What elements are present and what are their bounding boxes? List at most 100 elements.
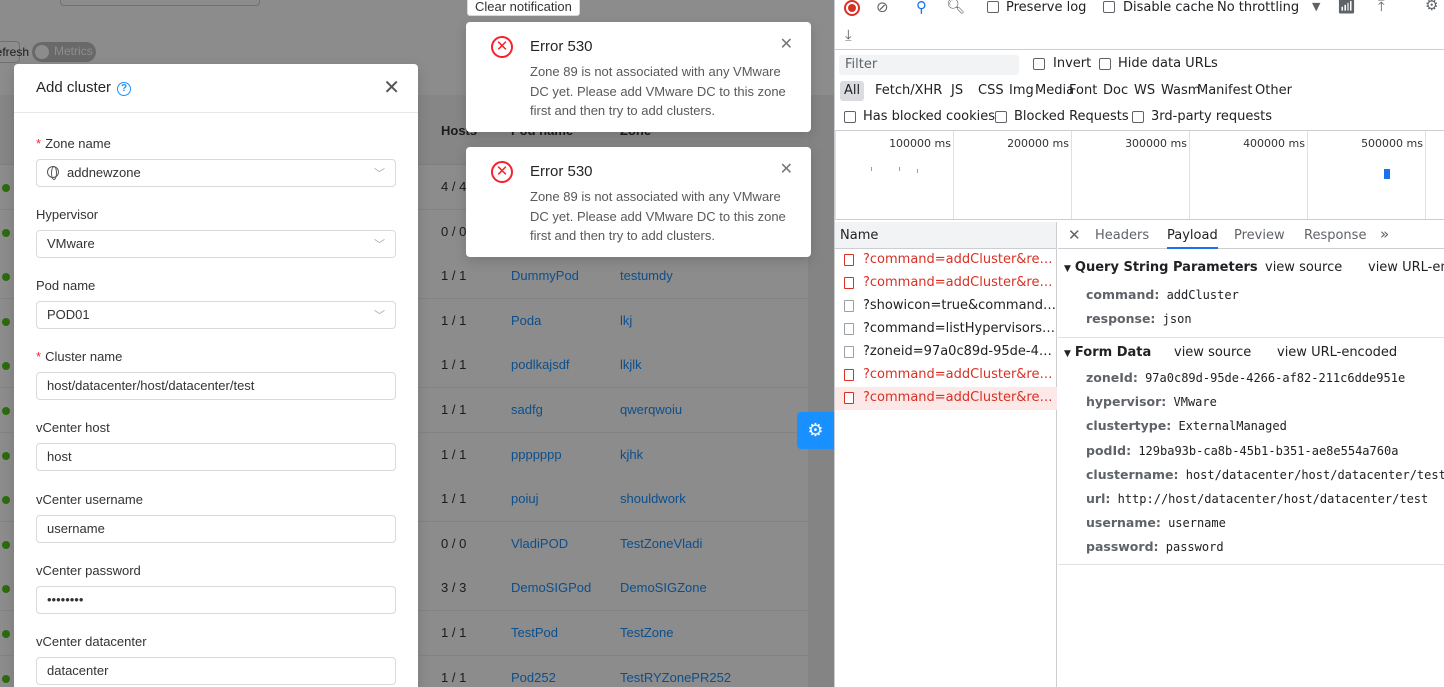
blocked-requests-checkbox[interactable]	[995, 111, 1007, 123]
blocked-requests-label: Blocked Requests	[1014, 109, 1129, 124]
help-icon[interactable]: ?	[117, 82, 132, 96]
tab-response[interactable]: Response	[1304, 228, 1366, 243]
param-key: password:	[1086, 539, 1159, 555]
cluster-name-input[interactable]: host/datacenter/host/datacenter/test	[36, 372, 396, 400]
timeline-overview[interactable]: 100000 ms 200000 ms 300000 ms 400000 ms …	[835, 130, 1444, 220]
disable-cache-checkbox[interactable]	[1103, 1, 1115, 13]
param-row: clustername: host/datacenter/host/datace…	[1086, 467, 1444, 482]
throttling-select[interactable]: No throttling	[1217, 0, 1299, 15]
request-row[interactable]: ?command=listHypervisors&response=json	[835, 318, 1057, 341]
param-value: username	[1168, 516, 1226, 531]
name-column-header[interactable]: Name	[835, 222, 1056, 249]
file-icon	[844, 300, 854, 312]
type-filter-font[interactable]: Font	[1065, 81, 1101, 101]
close-icon[interactable]: ✕	[1068, 226, 1081, 244]
vcenter-host-label: vCenter host	[36, 420, 110, 435]
param-value: addCluster	[1166, 288, 1239, 302]
settings-gear-icon[interactable]: ⚙	[797, 412, 834, 449]
param-key: hypervisor:	[1086, 394, 1167, 410]
file-icon	[844, 369, 854, 381]
timeline-tick: 200000 ms	[953, 131, 1071, 219]
type-filter-ws[interactable]: WS	[1130, 81, 1159, 101]
param-row: command: addCluster	[1086, 287, 1239, 302]
param-value: json	[1162, 312, 1192, 326]
vcenter-host-input[interactable]: host	[36, 443, 396, 471]
request-name: ?command=addCluster&response=json	[863, 367, 1057, 382]
tab-payload[interactable]: Payload	[1167, 228, 1218, 249]
view-source-link[interactable]: view source	[1265, 260, 1342, 275]
view-url-encoded-link[interactable]: view URL-encoded	[1368, 260, 1444, 275]
resource-type-filter: All Fetch/XHR JS CSS Img Media Font Doc WS Wasm Ma…	[835, 79, 1444, 103]
network-conditions-icon[interactable]: 📶︎	[1337, 0, 1356, 15]
hypervisor-select[interactable]: VMware ﹀	[36, 230, 396, 258]
error-circle-icon: ✕	[491, 36, 513, 58]
request-row[interactable]: ?command=addCluster&response=json	[835, 387, 1057, 410]
caret-down-icon[interactable]: ▼	[1312, 0, 1320, 14]
request-row[interactable]: ?command=addCluster&response=json	[835, 249, 1057, 272]
tab-preview[interactable]: Preview	[1234, 228, 1285, 243]
invert-checkbox[interactable]	[1033, 58, 1045, 70]
filter-input[interactable]: Filter	[839, 55, 1019, 75]
request-name: ?command=addCluster&response=json	[863, 275, 1057, 290]
request-row[interactable]: ?command=addCluster&response=json	[835, 272, 1057, 295]
request-row[interactable]: ?command=addCluster&response=json	[835, 364, 1057, 387]
type-filter-fetch-xhr[interactable]: Fetch/XHR	[871, 81, 946, 101]
query-section-title[interactable]: ▼ Query String Parameters	[1064, 260, 1258, 275]
export-har-icon[interactable]: ⤓	[845, 26, 852, 44]
view-source-link[interactable]: view source	[1174, 345, 1251, 360]
param-row: hypervisor: VMware	[1086, 394, 1217, 409]
hide-data-urls-checkbox[interactable]	[1099, 58, 1111, 70]
modal-title: Add cluster	[36, 79, 112, 96]
request-row[interactable]: ?showicon=true&command=listZones	[835, 295, 1057, 318]
type-filter-doc[interactable]: Doc	[1099, 81, 1132, 101]
clear-icon[interactable]: ⊘	[876, 0, 889, 16]
preserve-log-label: Preserve log	[1006, 0, 1087, 15]
type-filter-all[interactable]: All	[840, 81, 865, 101]
form-section-title[interactable]: ▼ Form Data	[1064, 345, 1151, 360]
param-value: 129ba93b-ca8b-45b1-b351-ae8e554a760a	[1138, 443, 1399, 458]
file-icon	[844, 323, 854, 335]
vcenter-password-input[interactable]: ••••••••	[36, 586, 396, 614]
request-name: ?command=addCluster&response=json	[863, 252, 1057, 267]
settings-gear-icon[interactable]: ⚙	[1425, 0, 1438, 14]
record-icon[interactable]	[844, 0, 860, 16]
clear-notification-button[interactable]: Clear notification	[467, 0, 580, 16]
request-name: ?command=addCluster&response=json	[863, 390, 1057, 405]
triangle-down-icon: ▼	[1064, 349, 1071, 359]
globe-icon	[47, 166, 59, 180]
param-value: http://host/datacenter/host/datacenter/t…	[1117, 492, 1429, 506]
type-filter-css[interactable]: CSS	[974, 81, 1008, 101]
import-har-icon[interactable]: ⤒	[1378, 0, 1385, 15]
filter-icon[interactable]: ⚲	[916, 0, 927, 16]
hypervisor-label: Hypervisor	[36, 207, 99, 222]
pod-select[interactable]: POD01 ﹀	[36, 301, 396, 329]
app-window: Refresh Metrics Hosts Pod name Zone 4 / …	[0, 0, 834, 687]
close-icon[interactable]: ✕	[383, 78, 400, 98]
close-icon[interactable]: ✕	[780, 159, 793, 179]
search-icon[interactable]: 🔍︎	[946, 0, 965, 15]
zone-select[interactable]: addnewzone ﹀	[36, 159, 396, 187]
view-url-encoded-link[interactable]: view URL-encoded	[1277, 345, 1397, 360]
has-blocked-cookies-label: Has blocked cookies	[863, 109, 996, 124]
param-value: VMware	[1173, 395, 1217, 410]
request-row[interactable]: ?zoneid=97a0c89d-95de-4266-af82	[835, 341, 1057, 364]
preserve-log-checkbox[interactable]	[987, 1, 999, 13]
error-circle-icon: ✕	[491, 161, 513, 183]
param-row: url: http://host/datacenter/host/datacen…	[1086, 491, 1428, 506]
vcenter-username-input[interactable]: username	[36, 515, 396, 543]
close-icon[interactable]: ✕	[780, 34, 793, 54]
notification-message: Zone 89 is not associated with any VMwar…	[530, 64, 786, 118]
devtools-network-panel: ⊘ ⚲ 🔍︎ Preserve log Disable cache No thr…	[834, 0, 1444, 687]
type-filter-other[interactable]: Other	[1251, 81, 1296, 101]
vcenter-datacenter-input[interactable]: datacenter	[36, 657, 396, 685]
has-blocked-cookies-checkbox[interactable]	[844, 111, 856, 123]
more-tabs-icon[interactable]: »	[1380, 225, 1389, 243]
type-filter-manifest[interactable]: Manifest	[1193, 81, 1256, 101]
third-party-label: 3rd-party requests	[1151, 109, 1273, 124]
third-party-checkbox[interactable]	[1132, 111, 1144, 123]
tab-headers[interactable]: Headers	[1095, 228, 1149, 243]
param-key: username:	[1086, 515, 1161, 531]
triangle-down-icon: ▼	[1064, 264, 1071, 274]
type-filter-js[interactable]: JS	[947, 81, 967, 101]
param-key: response:	[1086, 311, 1156, 326]
